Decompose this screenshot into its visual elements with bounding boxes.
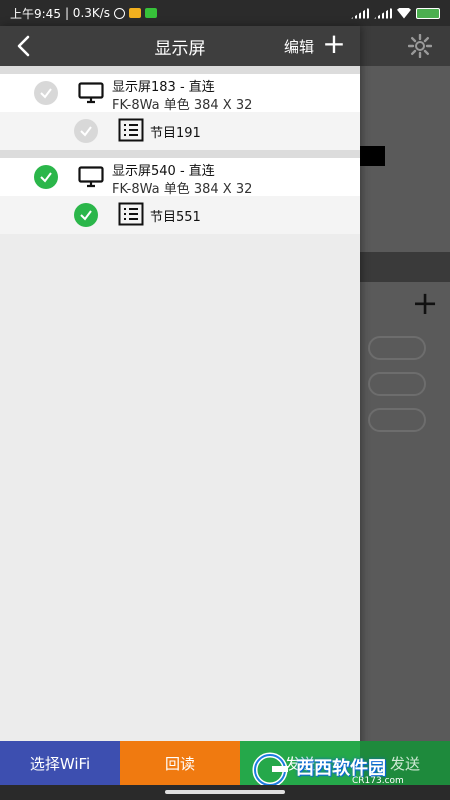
add-screen-button[interactable]: + (320, 30, 348, 60)
signal-icon (351, 7, 369, 19)
bottom-action-bar: 选择WiFi 回读 发送 发送 (0, 741, 450, 785)
program-list-icon (118, 118, 144, 142)
edit-button[interactable]: 编辑 (284, 36, 314, 57)
program-item[interactable]: 节目191 (0, 112, 360, 150)
wechat-icon (145, 8, 158, 18)
monitor-icon (78, 166, 104, 188)
screen-name: 显示屏183 - 直连 (112, 80, 215, 95)
select-wifi-button[interactable]: 选择WiFi (0, 741, 120, 785)
background-add-button[interactable]: + (408, 287, 442, 322)
send-button[interactable]: 发送 (240, 741, 360, 785)
drawer-header: 显示屏 编辑 + (0, 26, 360, 66)
screen-item[interactable]: 显示屏540 - 直连 FK-8Wa 单色 384 X 32 (0, 158, 360, 197)
program-name: 节目551 (150, 210, 201, 225)
program-name: 节目191 (150, 126, 201, 141)
screen-info: FK-8Wa 单色 384 X 32 (112, 98, 253, 113)
battery-icon (416, 7, 440, 19)
program-checkbox[interactable] (74, 119, 98, 143)
status-time: 上午9:45 (10, 6, 61, 21)
status-net-speed: | 0.3K/s (64, 6, 111, 20)
background-toggle[interactable] (368, 372, 426, 396)
signal-icon-2 (374, 7, 392, 19)
gear-icon[interactable] (408, 34, 432, 58)
message-icon (129, 8, 142, 18)
wifi-icon (397, 7, 411, 19)
screen-item[interactable]: 显示屏183 - 直连 FK-8Wa 单色 384 X 32 (0, 74, 360, 113)
program-item[interactable]: 节目551 (0, 196, 360, 234)
screen-list: 显示屏183 - 直连 FK-8Wa 单色 384 X 32 节目191 显示屏… (0, 66, 360, 234)
program-checkbox[interactable] (74, 203, 98, 227)
back-arrow-icon[interactable] (10, 32, 38, 60)
alarm-icon (114, 7, 126, 19)
list-divider (0, 66, 360, 74)
check-icon (40, 88, 52, 99)
background-toggle[interactable] (368, 336, 426, 360)
check-icon (80, 126, 92, 137)
screen-info: FK-8Wa 单色 384 X 32 (112, 182, 253, 197)
system-nav-bar (0, 785, 450, 800)
screen-checkbox[interactable] (34, 165, 58, 189)
status-bar: 上午9:45 | 0.3K/s (0, 0, 450, 26)
home-indicator[interactable] (165, 790, 285, 794)
readback-button[interactable]: 回读 (120, 741, 240, 785)
background-preview-block (360, 146, 385, 166)
list-divider (0, 150, 360, 158)
screen-drawer: 显示屏 编辑 + 显示屏183 - 直连 FK-8Wa 单色 384 X 32 (0, 26, 360, 800)
screen-checkbox[interactable] (34, 81, 58, 105)
send-button-secondary[interactable]: 发送 (360, 741, 450, 785)
background-toggle[interactable] (368, 408, 426, 432)
screen-name: 显示屏540 - 直连 (112, 164, 215, 179)
check-icon (40, 172, 52, 183)
check-icon (80, 210, 92, 221)
monitor-icon (78, 82, 104, 104)
program-list-icon (118, 202, 144, 226)
